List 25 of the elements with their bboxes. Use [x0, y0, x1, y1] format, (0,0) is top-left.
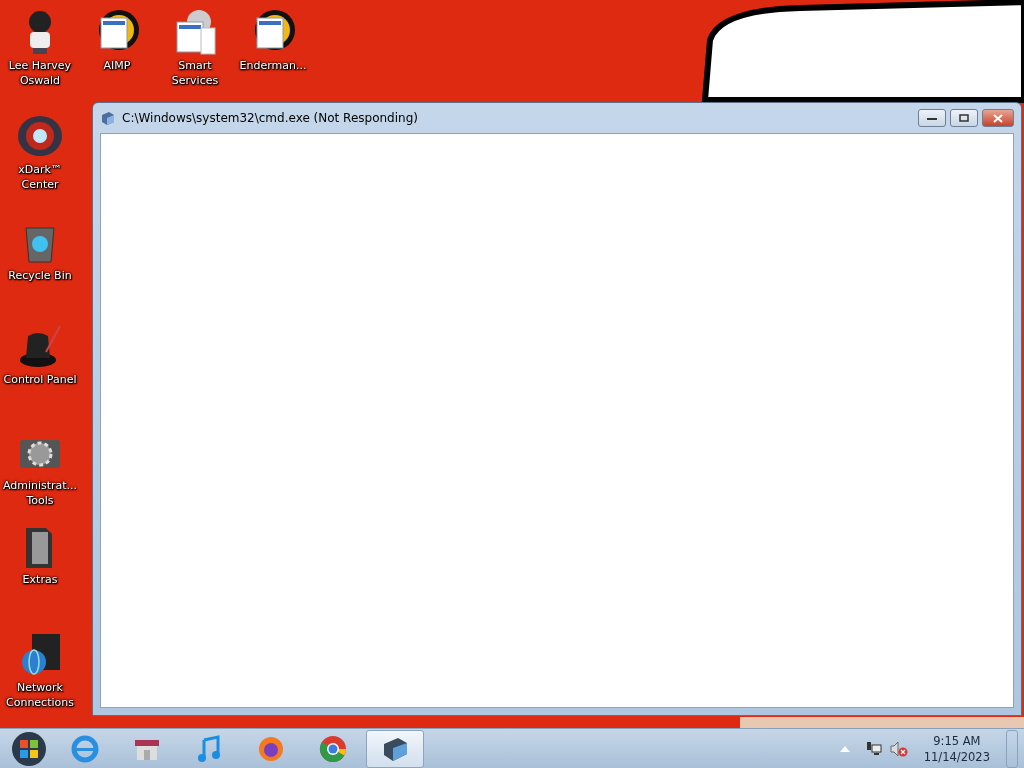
console-icon: [100, 110, 116, 126]
icon-label[interactable]: Extras: [22, 572, 58, 587]
icon-label[interactable]: xDark™ Center: [0, 162, 80, 192]
taskbar-button[interactable]: [366, 729, 424, 768]
icon-label[interactable]: AIMP: [103, 58, 131, 73]
window-title: C:\Windows\system32\cmd.exe (Not Responding): [122, 110, 418, 127]
icon-label[interactable]: Network Connections: [0, 680, 80, 710]
icon-label[interactable]: Administrat... Tools: [0, 478, 80, 508]
browser-icon: [318, 733, 348, 764]
minimize-icon: [927, 115, 937, 121]
maximize-icon: [959, 114, 969, 122]
maximize-button[interactable]: [950, 109, 978, 127]
close-button[interactable]: [982, 109, 1014, 127]
icon-label[interactable]: Recycle Bin: [8, 268, 72, 283]
close-icon: [993, 113, 1003, 123]
clock-date[interactable]: 11/14/2023: [923, 748, 990, 765]
network-icon[interactable]: [865, 740, 882, 757]
icon-label[interactable]: Enderman...: [239, 58, 307, 73]
minimize-button[interactable]: [918, 109, 946, 127]
icon-label[interactable]: Lee Harvey Oswald: [0, 58, 80, 88]
icon-label[interactable]: Control Panel: [3, 372, 77, 387]
icon-label[interactable]: Smart Services: [155, 58, 235, 88]
browser-icon: [70, 733, 100, 764]
muted-speaker-icon[interactable]: [889, 740, 908, 757]
clock-time[interactable]: 9:15 AM: [923, 732, 990, 749]
